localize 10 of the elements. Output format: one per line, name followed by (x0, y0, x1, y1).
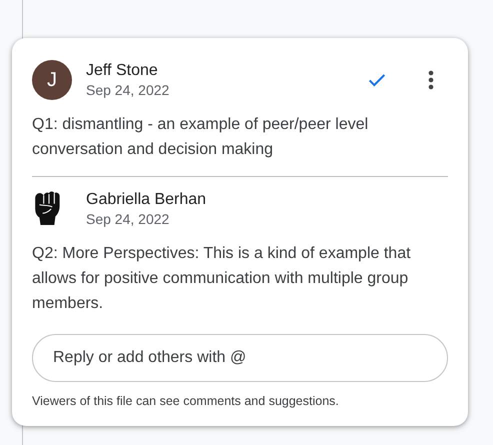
author-name: Gabriella Berhan (86, 190, 208, 210)
reply-field[interactable]: Reply or add others with @ (32, 334, 448, 382)
more-icon (428, 70, 434, 90)
visibility-note: Viewers of this file can see comments and suggestions. (32, 394, 340, 408)
comment-text: Q1: dismantling - an example of peer/peer level conversation and decision making (32, 115, 370, 160)
comment-date: Sep 24, 2022 (86, 81, 170, 99)
author-name: Jeff Stone (86, 61, 159, 81)
comment-date: Sep 24, 2022 (86, 210, 170, 228)
avatar: J (32, 60, 72, 100)
comment-text: Q2: More Perspectives: This is a kind of example that allows for positive communication with multiple group members. (32, 244, 412, 314)
